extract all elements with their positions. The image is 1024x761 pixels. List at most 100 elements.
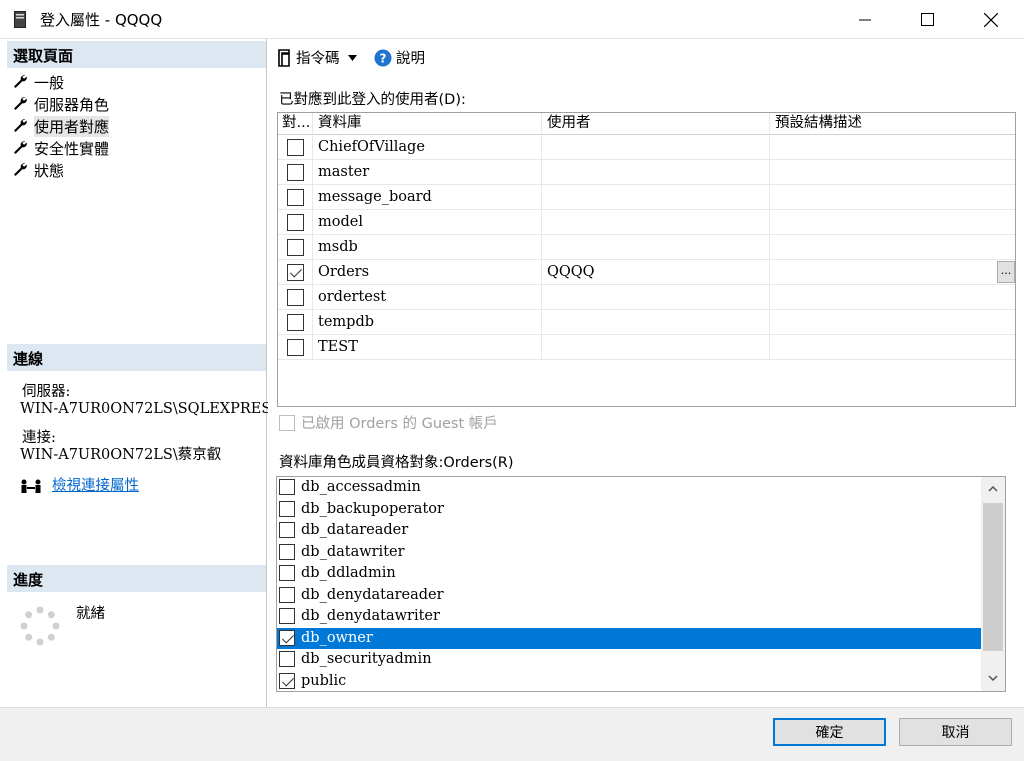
role-checkbox[interactable]: [279, 651, 295, 667]
map-checkbox[interactable]: [287, 239, 304, 256]
schema-cell[interactable]: [770, 235, 1015, 260]
role-checkbox[interactable]: [279, 629, 295, 646]
script-label: 指令碼: [296, 51, 340, 67]
col-header-database[interactable]: 資料庫: [313, 113, 542, 135]
user-cell[interactable]: [542, 210, 770, 235]
page-item-securables[interactable]: 安全性實體: [12, 138, 109, 158]
grid-row[interactable]: Orders QQQQ...: [278, 260, 1015, 285]
server-icon: [14, 11, 26, 28]
role-checkbox[interactable]: [279, 543, 295, 560]
close-button[interactable]: [968, 0, 1014, 39]
scroll-up-icon[interactable]: [988, 486, 998, 492]
role-checkbox[interactable]: [279, 565, 295, 581]
guest-account-checkbox[interactable]: 已啟用 Orders 的 Guest 帳戶: [279, 412, 498, 433]
user-cell[interactable]: [542, 235, 770, 260]
minimize-button[interactable]: [842, 0, 888, 39]
map-checkbox[interactable]: [287, 139, 304, 156]
role-item[interactable]: db_ddladmin: [277, 563, 981, 585]
role-item[interactable]: db_backupoperator: [277, 499, 981, 521]
grid-row[interactable]: model: [278, 210, 1015, 235]
role-checkbox[interactable]: [279, 608, 295, 624]
connection-header: 連線: [7, 344, 266, 371]
schema-cell[interactable]: [770, 135, 1015, 160]
schema-browse-button[interactable]: ...: [997, 261, 1015, 283]
connect-label: 連接:: [22, 430, 56, 446]
database-cell: TEST: [313, 335, 542, 360]
guest-label: 已啟用 Orders 的 Guest 帳戶: [301, 416, 498, 432]
schema-cell[interactable]: [770, 335, 1015, 360]
user-cell[interactable]: [542, 310, 770, 335]
grid-row[interactable]: ordertest: [278, 285, 1015, 310]
role-item[interactable]: db_datawriter: [277, 542, 981, 564]
page-item-user-mapping[interactable]: 使用者對應: [12, 115, 110, 137]
user-cell[interactable]: [542, 135, 770, 160]
schema-cell[interactable]: [770, 210, 1015, 235]
maximize-button[interactable]: [904, 0, 950, 39]
grid-row[interactable]: master: [278, 160, 1015, 185]
role-item[interactable]: db_denydatawriter: [277, 606, 981, 628]
role-item[interactable]: db_accessadmin: [277, 477, 981, 499]
role-item[interactable]: db_securityadmin: [277, 649, 981, 671]
role-item[interactable]: db_datareader: [277, 520, 981, 542]
user-mapping-grid: 對... 資料庫 使用者 預設結構描述 ChiefOfVillage master…: [277, 112, 1016, 407]
role-item[interactable]: public: [277, 671, 981, 692]
map-checkbox[interactable]: [287, 339, 304, 356]
col-header-user[interactable]: 使用者: [542, 113, 770, 135]
schema-cell[interactable]: [770, 310, 1015, 335]
dropdown-arrow-icon: [347, 54, 357, 61]
schema-cell[interactable]: [770, 185, 1015, 210]
map-checkbox[interactable]: [287, 264, 304, 281]
database-cell: Orders: [313, 260, 542, 285]
role-list-scrollbar[interactable]: [981, 477, 1005, 691]
role-label: db_owner: [301, 629, 373, 646]
scroll-down-icon[interactable]: [988, 675, 998, 681]
user-cell[interactable]: [542, 160, 770, 185]
page-item-label: 安全性實體: [34, 139, 110, 158]
page-item-label: 狀態: [34, 161, 65, 180]
page-item-status[interactable]: 狀態: [12, 160, 64, 180]
role-item[interactable]: db_owner: [277, 627, 981, 649]
user-cell[interactable]: [542, 285, 770, 310]
col-header-map[interactable]: 對...: [278, 113, 313, 135]
grid-row[interactable]: tempdb: [278, 310, 1015, 335]
map-checkbox[interactable]: [287, 214, 304, 231]
script-button[interactable]: 指令碼: [276, 47, 357, 68]
wrench-icon: [14, 163, 27, 176]
user-cell[interactable]: QQQQ: [542, 260, 770, 285]
role-item[interactable]: db_denydatareader: [277, 585, 981, 607]
col-header-schema[interactable]: 預設結構描述: [770, 113, 1015, 135]
schema-cell[interactable]: [770, 285, 1015, 310]
ok-button[interactable]: 確定: [773, 718, 886, 746]
wrench-icon: [14, 119, 27, 132]
map-checkbox[interactable]: [287, 164, 304, 181]
scroll-thumb[interactable]: [983, 503, 1003, 651]
role-checkbox[interactable]: [279, 672, 295, 689]
user-cell[interactable]: [542, 335, 770, 360]
help-button[interactable]: ? 說明: [374, 47, 425, 68]
schema-cell[interactable]: [770, 160, 1015, 185]
role-checkbox[interactable]: [279, 522, 295, 538]
progress-header: 進度: [7, 565, 266, 592]
map-cell: [278, 235, 313, 260]
page-item-server-roles[interactable]: 伺服器角色: [12, 94, 109, 114]
role-checkbox[interactable]: [279, 479, 295, 495]
grid-row[interactable]: msdb: [278, 235, 1015, 260]
roles-caption: 資料庫角色成員資格對象:Orders(R): [279, 455, 514, 471]
grid-row[interactable]: ChiefOfVillage: [278, 135, 1015, 160]
user-cell[interactable]: [542, 185, 770, 210]
page-item-general[interactable]: 一般: [12, 72, 64, 92]
role-checkbox[interactable]: [279, 500, 295, 517]
schema-cell[interactable]: [770, 260, 1015, 285]
map-checkbox[interactable]: [287, 189, 304, 206]
view-connection-properties[interactable]: 檢視連接屬性: [20, 478, 139, 495]
role-checkbox[interactable]: [279, 586, 295, 603]
map-cell: [278, 135, 313, 160]
map-checkbox[interactable]: [287, 289, 304, 306]
wrench-icon: [14, 97, 27, 110]
cancel-button[interactable]: 取消: [899, 718, 1012, 746]
map-checkbox[interactable]: [287, 314, 304, 331]
server-label: 伺服器:: [22, 384, 71, 400]
view-connection-link[interactable]: 檢視連接屬性: [52, 478, 139, 495]
grid-row[interactable]: message_board: [278, 185, 1015, 210]
grid-row[interactable]: TEST: [278, 335, 1015, 360]
